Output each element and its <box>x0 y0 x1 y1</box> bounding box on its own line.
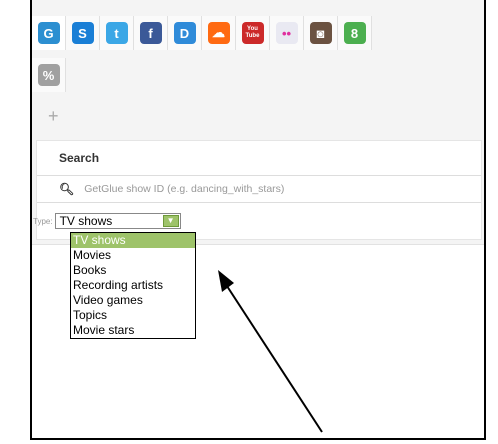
type-option[interactable]: Movie stars <box>71 323 195 338</box>
type-option[interactable]: TV shows <box>71 233 195 248</box>
type-option[interactable]: Books <box>71 263 195 278</box>
arrow-head <box>218 270 234 292</box>
type-option[interactable]: Topics <box>71 308 195 323</box>
arrow-shaft <box>224 282 323 433</box>
type-option[interactable]: Video games <box>71 293 195 308</box>
type-option[interactable]: Movies <box>71 248 195 263</box>
annotation-arrow <box>218 270 323 433</box>
type-dropdown-list: TV shows Movies Books Recording artists Vide… <box>70 232 196 339</box>
type-option[interactable]: Recording artists <box>71 278 195 293</box>
